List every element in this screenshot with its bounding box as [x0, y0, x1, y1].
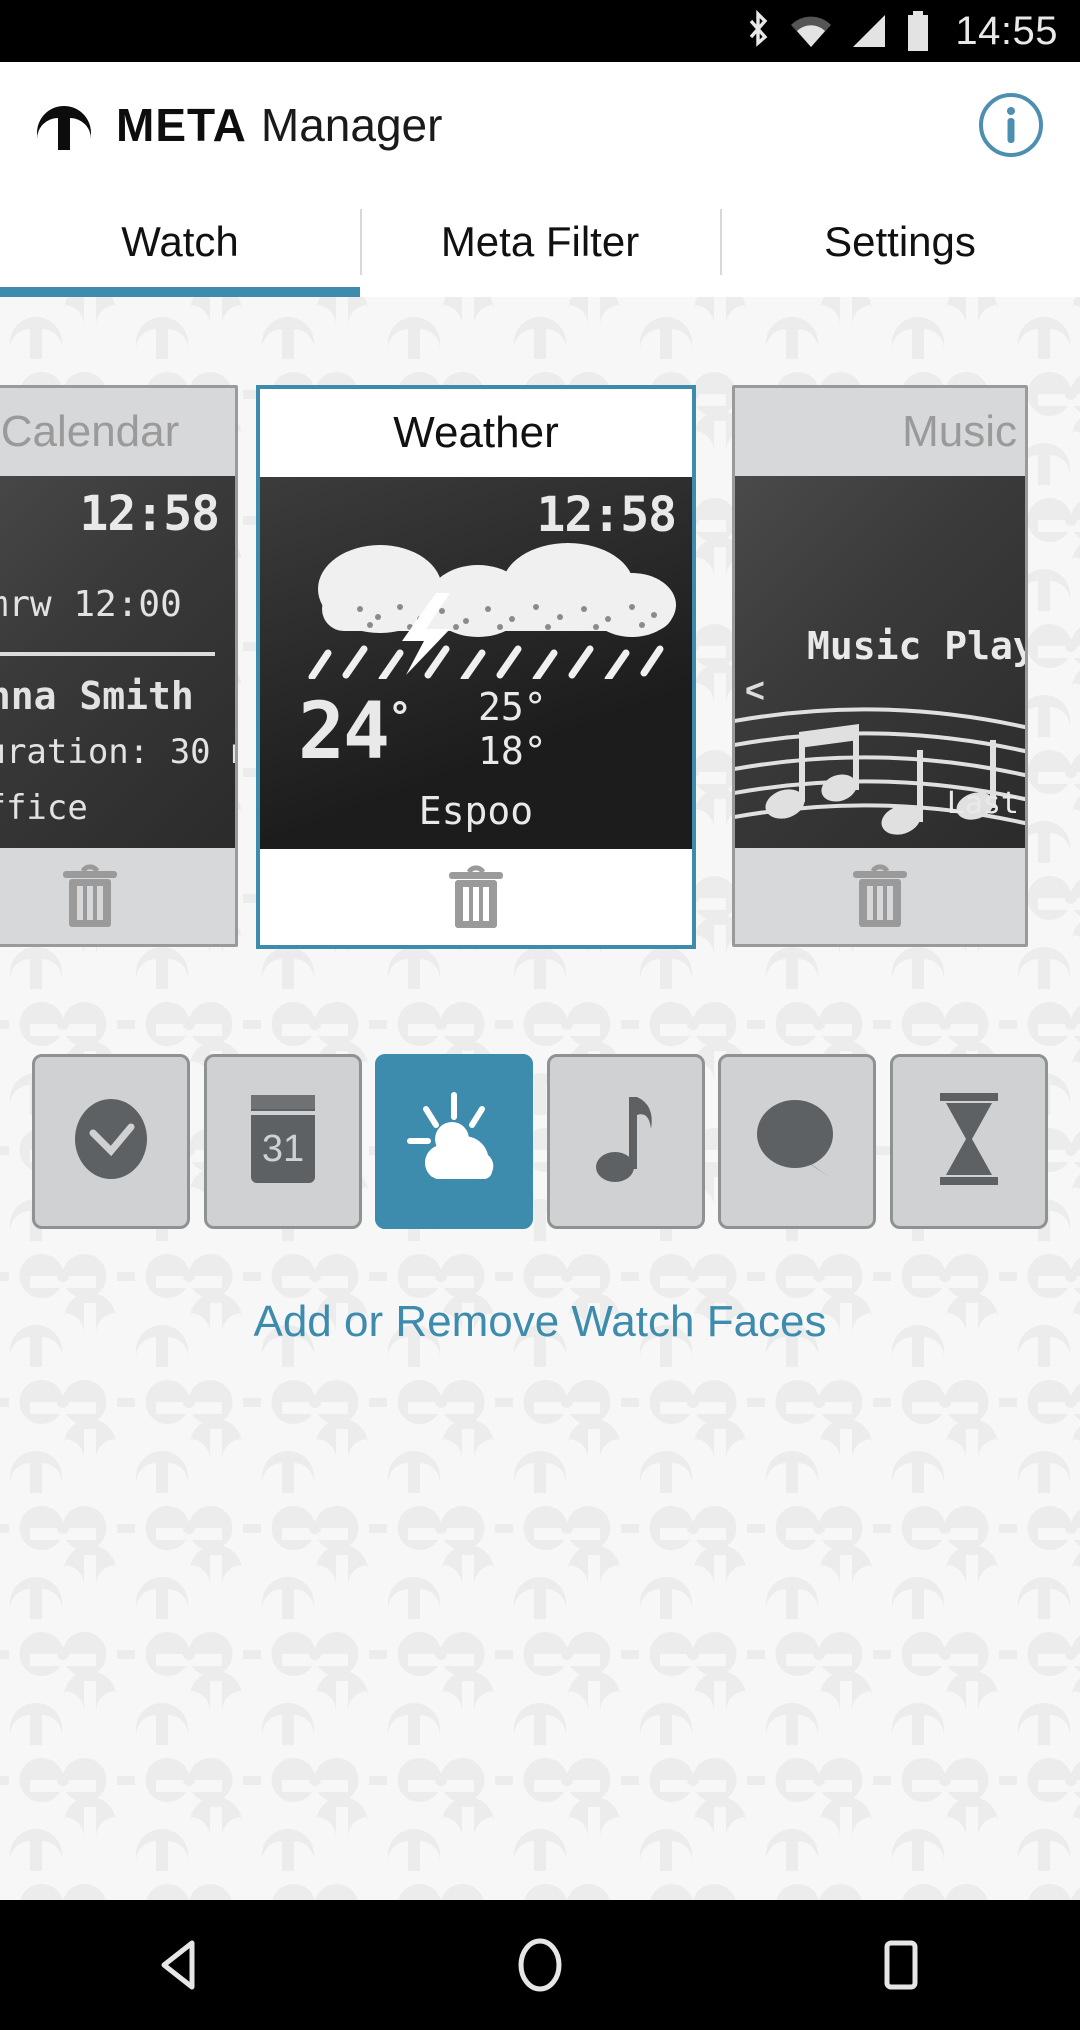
music-face-icon: [589, 1089, 663, 1194]
thunderstorm-rain-icon: [308, 543, 676, 679]
card-title-music: Music: [735, 388, 1025, 476]
info-button[interactable]: [976, 90, 1046, 160]
card-footer-music: [735, 848, 1025, 944]
music-screen-last: Last: [946, 786, 1019, 821]
watch-face-card-calendar[interactable]: Calendar 12:58 Tmrw 12:00 Anna Smith Dur…: [0, 385, 238, 947]
cellular-signal-icon: [849, 13, 889, 49]
card-title-weather: Weather: [260, 389, 692, 477]
calendar-screen-person: Anna Smith: [0, 674, 194, 718]
weather-screen-high: 25°: [478, 685, 547, 729]
timer-face-icon: [932, 1089, 1006, 1194]
tab-watch[interactable]: Watch: [0, 187, 360, 297]
weather-screen-low: 18°: [478, 729, 547, 773]
weather-screen-city: Espoo: [418, 789, 534, 833]
delete-watch-face-weather-button[interactable]: [443, 858, 509, 937]
calendar-face-icon: 31: [241, 1089, 325, 1194]
card-screen-music: Music Player <: [735, 476, 1025, 848]
tab-settings-label: Settings: [824, 218, 976, 265]
weather-screen-temperature: 24°: [298, 687, 412, 777]
wifi-icon: [789, 13, 833, 49]
weather-temp-degree: °: [387, 695, 412, 741]
face-button-clock[interactable]: [32, 1054, 190, 1229]
watch-face-selector[interactable]: 31: [32, 1054, 1048, 1229]
active-tab-indicator: [0, 287, 360, 297]
tab-settings[interactable]: Settings: [720, 187, 1080, 297]
card-screen-weather: 12:58 24° 25° 18° Espoo: [260, 477, 692, 849]
tab-meta-filter[interactable]: Meta Filter: [360, 187, 720, 297]
calendar-screen-clock: 12:58: [79, 486, 220, 542]
message-face-icon: [749, 1094, 845, 1189]
watch-faces-panel: Calendar 12:58 Tmrw 12:00 Anna Smith Dur…: [0, 297, 1080, 1900]
recents-square-icon[interactable]: [855, 1920, 945, 2010]
battery-icon: [905, 10, 931, 52]
face-button-music[interactable]: [546, 1054, 705, 1229]
calendar-screen-divider: [0, 652, 215, 656]
status-bar-clock: 14:55: [955, 8, 1058, 53]
bluetooth-icon: [743, 10, 773, 52]
meta-logo-icon: [34, 99, 94, 151]
weather-temp-value: 24: [298, 687, 390, 777]
card-screen-calendar: 12:58 Tmrw 12:00 Anna Smith Duration: 30…: [0, 476, 235, 848]
app-header: META Manager: [0, 62, 1080, 187]
face-button-timer[interactable]: [889, 1054, 1048, 1229]
delete-watch-face-music-button[interactable]: [847, 857, 913, 936]
add-remove-watch-faces-link[interactable]: Add or Remove Watch Faces: [0, 1297, 1080, 1347]
face-button-weather[interactable]: [375, 1054, 534, 1229]
delete-watch-face-calendar-button[interactable]: [57, 857, 123, 936]
tab-meta-filter-label: Meta Filter: [440, 218, 640, 265]
music-screen-app-name: Music Player: [807, 624, 1025, 668]
watch-face-card-music[interactable]: Music Music Player <: [732, 385, 1028, 947]
watch-face-card-weather[interactable]: Weather 12:58 24° 25° 18° Espoo: [256, 385, 696, 949]
tab-bar: Watch Meta Filter Settings: [0, 187, 1080, 297]
card-footer-calendar: [0, 848, 235, 944]
music-staff-icon: [735, 707, 1025, 835]
weather-face-icon: [402, 1089, 506, 1194]
face-button-message[interactable]: [718, 1054, 877, 1229]
clock-face-icon: [65, 1093, 157, 1190]
watch-face-carousel[interactable]: Calendar 12:58 Tmrw 12:00 Anna Smith Dur…: [0, 385, 1080, 949]
face-button-calendar[interactable]: 31: [203, 1054, 362, 1229]
calendar-screen-duration: Duration: 30 mins: [0, 732, 235, 772]
calendar-screen-extra: Office: [0, 788, 88, 828]
status-bar: 14:55: [0, 0, 1080, 62]
calendar-face-day: 31: [261, 1128, 303, 1170]
home-circle-icon[interactable]: [495, 1920, 585, 2010]
tab-watch-label: Watch: [121, 218, 239, 265]
brand-meta: META: [116, 98, 247, 151]
brand-wordmark: META Manager: [116, 98, 442, 152]
brand-manager: Manager: [260, 98, 443, 151]
calendar-screen-when: Tmrw 12:00: [0, 584, 182, 625]
card-title-calendar: Calendar: [0, 388, 235, 476]
card-footer-weather: [260, 849, 692, 945]
back-triangle-icon[interactable]: [135, 1920, 225, 2010]
